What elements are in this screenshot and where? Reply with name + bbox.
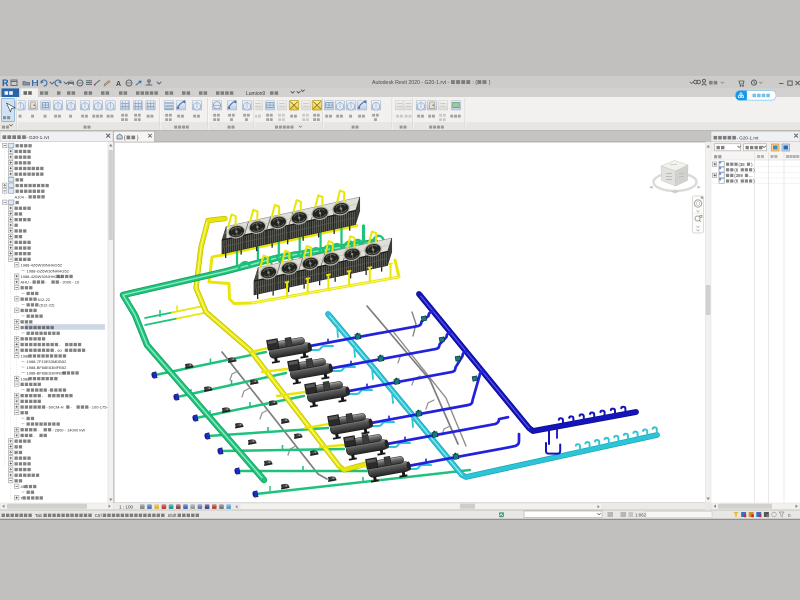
svg-text:1988-7F15E53MDB52: 1988-7F15E53MDB52 [27, 359, 68, 364]
svg-text:- 2800 - 14000 kW: - 2800 - 14000 kW [52, 427, 85, 432]
svg-text:}: } [489, 80, 491, 86]
svg-text:A104 -: A104 - [15, 195, 27, 200]
svg-text:: {: : { [472, 80, 477, 86]
svg-text:(8: (8 [734, 168, 738, 173]
svg-text:1988-BF68E63MFB52: 1988-BF68E63MFB52 [27, 371, 68, 376]
svg-text:- 2000 - 10: - 2000 - 10 [60, 280, 80, 285]
svg-text:1988-GZ6W30NHHG52: 1988-GZ6W30NHHG52 [27, 268, 70, 273]
svg-text:AHU -: AHU - [21, 280, 33, 285]
svg-text:1988-4Z6W30NHHG52: 1988-4Z6W30NHHG52 [21, 263, 63, 268]
svg-text:1988-4Z6W30NHHG52: 1988-4Z6W30NHHG52 [21, 274, 63, 279]
svg-text:Autodesk Revit 2020 - G20-1.rv: Autodesk Revit 2020 - G20-1.rvt - [372, 80, 450, 86]
svg-text:- G20-1.rvt: - G20-1.rvt [737, 136, 760, 141]
svg-text:Ctrl: Ctrl [95, 513, 102, 518]
svg-text:Shift: Shift [168, 513, 178, 518]
svg-text:1:862: 1:862 [635, 513, 647, 518]
svg-text:(8: (8 [734, 179, 738, 184]
svg-text:Lumion9: Lumion9 [246, 91, 265, 97]
svg-text:1988-BF68E63MFB52: 1988-BF68E63MFB52 [27, 365, 68, 370]
svg-text:0: 0 [788, 513, 791, 518]
svg-text:...: ... [749, 173, 753, 178]
svg-text:(38: (38 [739, 162, 746, 167]
svg-text:- 60CM-H: - 60CM-H [46, 405, 63, 410]
svg-text:R: R [2, 78, 9, 88]
svg-text:- 90: - 90 [55, 348, 63, 353]
svg-text:(389: (389 [734, 173, 743, 178]
svg-text:A: A [116, 81, 121, 88]
svg-text:1 : 100: 1 : 100 [119, 505, 133, 510]
svg-text:(612-22): (612-22) [39, 302, 55, 307]
svg-text:Tab: Tab [35, 513, 43, 518]
svg-text:- G20-1.rvt: - G20-1.rvt [26, 135, 50, 141]
svg-text:612-22: 612-22 [38, 297, 51, 302]
